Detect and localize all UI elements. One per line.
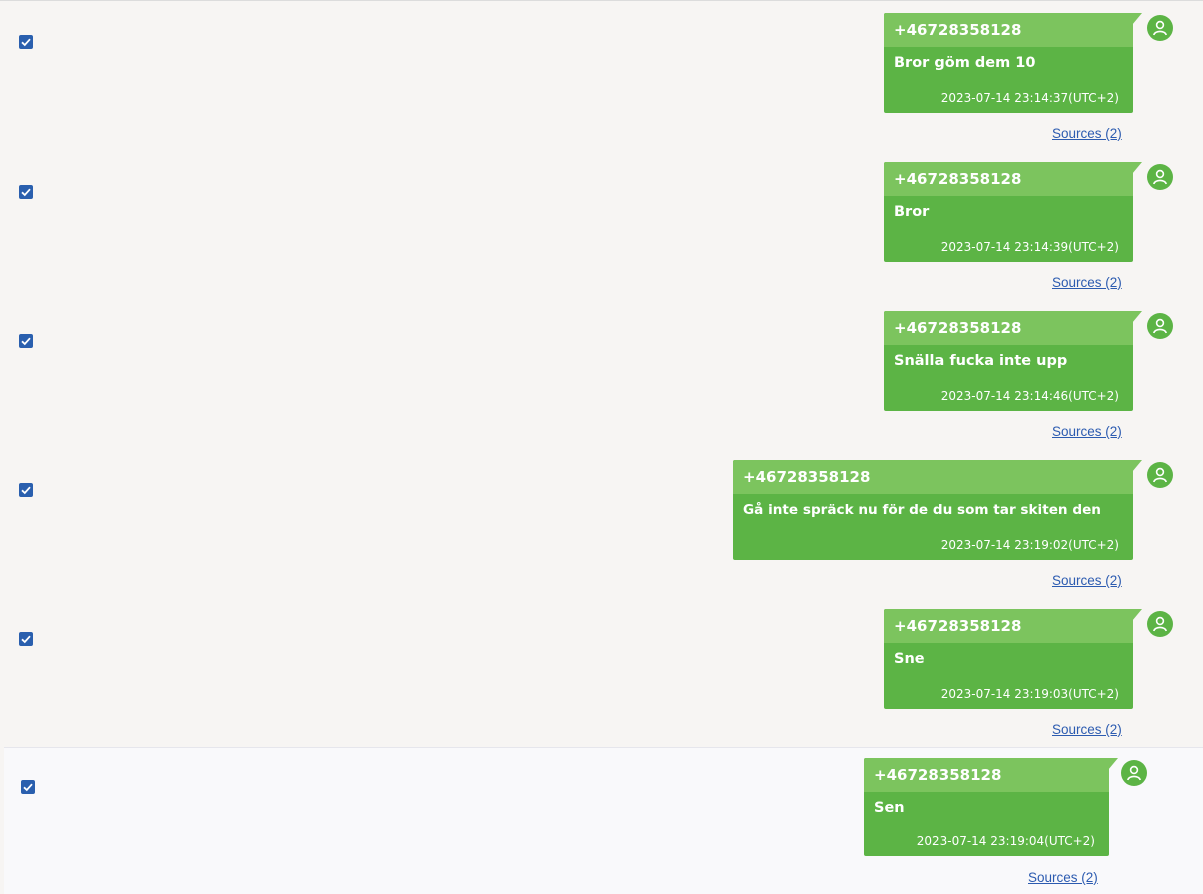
message-text: Sne bbox=[894, 651, 925, 667]
message-text: Snälla fucka inte upp bbox=[894, 353, 1068, 369]
user-avatar-icon bbox=[1147, 611, 1173, 637]
user-avatar-icon bbox=[1121, 760, 1147, 786]
message-text: Bror göm dem 10 bbox=[894, 55, 1036, 71]
bubble-tail bbox=[1132, 162, 1142, 174]
message-sender: +46728358128 bbox=[884, 609, 1133, 643]
message-timestamp: 2023-07-14 23:14:37(UTC+2) bbox=[940, 91, 1119, 105]
user-avatar-icon bbox=[1147, 313, 1173, 339]
select-checkbox[interactable] bbox=[21, 780, 35, 794]
message-timestamp: 2023-07-14 23:19:04(UTC+2) bbox=[916, 834, 1095, 848]
select-checkbox[interactable] bbox=[19, 632, 33, 646]
checkmark-icon bbox=[21, 337, 31, 346]
message-text: Gå inte spräck nu för de du som tar skit… bbox=[743, 502, 1101, 518]
bubble-tail bbox=[1132, 13, 1142, 25]
bubble-tail bbox=[1132, 460, 1142, 472]
sources-link[interactable]: Sources (2) bbox=[1028, 870, 1098, 885]
message-bubble[interactable]: +46728358128 Bror göm dem 10 2023-07-14 … bbox=[884, 13, 1142, 113]
message-bubble[interactable]: +46728358128 Sne 2023-07-14 23:19:03(UTC… bbox=[884, 609, 1142, 709]
user-avatar-icon bbox=[1147, 15, 1173, 41]
select-checkbox[interactable] bbox=[19, 334, 33, 348]
sources-link[interactable]: Sources (2) bbox=[1052, 126, 1122, 141]
message-row: +46728358128 Gå inte spräck nu för de du… bbox=[0, 447, 1203, 596]
sources-link[interactable]: Sources (2) bbox=[1052, 275, 1122, 290]
message-timestamp: 2023-07-14 23:19:03(UTC+2) bbox=[940, 687, 1119, 701]
bubble-tail bbox=[1108, 758, 1118, 770]
message-sender: +46728358128 bbox=[864, 758, 1109, 792]
checkmark-icon bbox=[21, 635, 31, 644]
message-sender: +46728358128 bbox=[884, 162, 1133, 196]
user-avatar-icon bbox=[1147, 462, 1173, 488]
select-checkbox[interactable] bbox=[19, 185, 33, 199]
message-row: +46728358128 Bror göm dem 10 2023-07-14 … bbox=[0, 0, 1203, 149]
message-bubble[interactable]: +46728358128 Sen 2023-07-14 23:19:04(UTC… bbox=[864, 758, 1118, 856]
message-bubble[interactable]: +46728358128 Gå inte spräck nu för de du… bbox=[733, 460, 1142, 560]
sources-link[interactable]: Sources (2) bbox=[1052, 424, 1122, 439]
select-checkbox[interactable] bbox=[19, 483, 33, 497]
bubble-tail bbox=[1132, 609, 1142, 621]
message-bubble[interactable]: +46728358128 Snälla fucka inte upp 2023-… bbox=[884, 311, 1142, 411]
message-timestamp: 2023-07-14 23:14:46(UTC+2) bbox=[940, 389, 1119, 403]
message-row: +46728358128 Sne 2023-07-14 23:19:03(UTC… bbox=[0, 596, 1203, 745]
checkmark-icon bbox=[21, 486, 31, 495]
checkmark-icon bbox=[21, 38, 31, 47]
message-sender: +46728358128 bbox=[733, 460, 1133, 494]
message-text: Sen bbox=[874, 800, 905, 816]
checkmark-icon bbox=[21, 188, 31, 197]
message-bubble[interactable]: +46728358128 Bror 2023-07-14 23:14:39(UT… bbox=[884, 162, 1142, 262]
select-checkbox[interactable] bbox=[19, 35, 33, 49]
message-row: +46728358128 Bror 2023-07-14 23:14:39(UT… bbox=[0, 149, 1203, 298]
sources-link[interactable]: Sources (2) bbox=[1052, 573, 1122, 588]
bubble-tail bbox=[1132, 311, 1142, 323]
message-row: +46728358128 Sen 2023-07-14 23:19:04(UTC… bbox=[4, 747, 1203, 894]
user-avatar-icon bbox=[1147, 164, 1173, 190]
sources-link[interactable]: Sources (2) bbox=[1052, 722, 1122, 737]
message-row: +46728358128 Snälla fucka inte upp 2023-… bbox=[0, 298, 1203, 447]
message-text: Bror bbox=[894, 204, 930, 220]
message-timestamp: 2023-07-14 23:14:39(UTC+2) bbox=[940, 240, 1119, 254]
message-timestamp: 2023-07-14 23:19:02(UTC+2) bbox=[940, 538, 1119, 552]
checkmark-icon bbox=[23, 783, 33, 792]
message-sender: +46728358128 bbox=[884, 311, 1133, 345]
message-sender: +46728358128 bbox=[884, 13, 1133, 47]
